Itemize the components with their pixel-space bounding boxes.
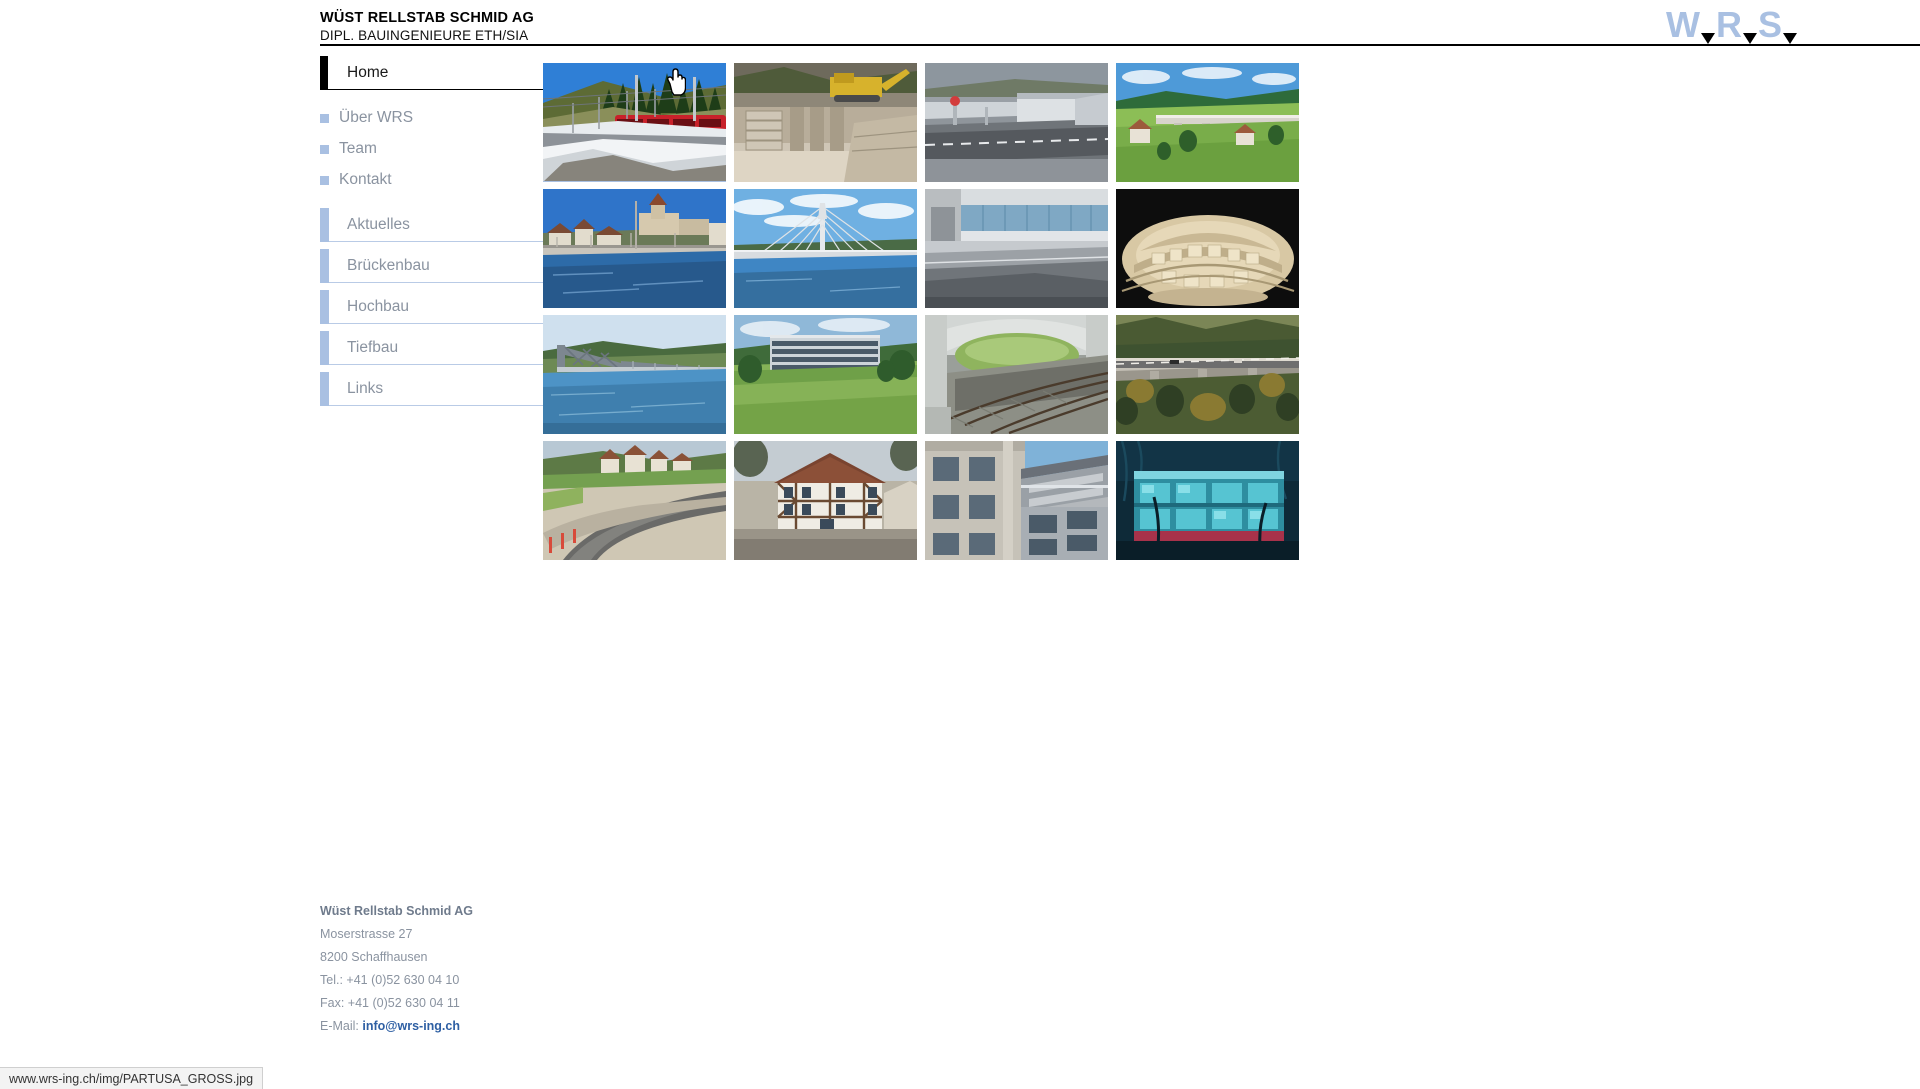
triangle-icon-3 — [1783, 33, 1797, 44]
logo-letter-r: R — [1715, 4, 1742, 45]
sidebar-item-label: Aktuelles — [347, 215, 410, 233]
sidebar-item-label: Brückenbau — [347, 256, 430, 274]
sidebar-item-hochbau[interactable]: Hochbau — [320, 290, 565, 324]
section-marker-icon — [320, 372, 329, 406]
gallery-thumbnail[interactable] — [1116, 441, 1299, 560]
wrs-logo: WRS — [1666, 6, 1798, 44]
square-bullet-icon — [320, 113, 329, 123]
sidebar-item-label: Home — [347, 63, 389, 81]
square-bullet-icon — [320, 144, 329, 154]
footer-street: Moserstrasse 27 — [320, 927, 413, 941]
gallery-thumbnail[interactable] — [925, 315, 1108, 434]
footer-fax: Fax: +41 (0)52 630 04 11 — [320, 996, 460, 1010]
section-marker-icon — [320, 249, 329, 283]
sidebar-navigation: Home Über WRS Team Kontakt Aktuelles Brü… — [320, 56, 565, 413]
footer-email-label: E-Mail: — [320, 1019, 359, 1033]
gallery-thumbnail[interactable] — [734, 63, 917, 182]
section-marker-icon — [320, 331, 329, 365]
gallery-thumbnail[interactable] — [734, 441, 917, 560]
sidebar-item-tiefbau[interactable]: Tiefbau — [320, 331, 565, 365]
footer-company-name: Wüst Rellstab Schmid AG — [320, 904, 474, 918]
gallery-thumbnail[interactable] — [543, 189, 726, 308]
gallery-thumbnail[interactable] — [1116, 315, 1299, 434]
gallery-thumbnail[interactable] — [925, 63, 1108, 182]
gallery-thumbnail[interactable] — [1116, 63, 1299, 182]
gallery-thumbnail[interactable] — [1116, 189, 1299, 308]
gallery-thumbnail[interactable] — [925, 189, 1108, 308]
sidebar-item-links[interactable]: Links — [320, 372, 565, 406]
footer-telephone: Tel.: +41 (0)52 630 04 10 — [320, 973, 460, 987]
gallery-thumbnail[interactable] — [734, 315, 917, 434]
project-thumbnail-grid — [543, 63, 1299, 560]
sidebar-simple-group: Über WRS Team Kontakt — [320, 106, 565, 192]
company-name: WÜST RELLSTAB SCHMID AG — [320, 10, 535, 26]
section-marker-icon — [320, 290, 329, 324]
sidebar-item-home[interactable]: Home — [320, 56, 565, 90]
sidebar-item-label: Kontakt — [339, 171, 392, 188]
footer-email-link[interactable]: info@wrs-ing.ch — [362, 1019, 460, 1033]
sidebar-item-label: Hochbau — [347, 297, 410, 315]
gallery-thumbnail[interactable] — [734, 189, 917, 308]
gallery-thumbnail[interactable] — [543, 63, 726, 182]
sidebar-item-team[interactable]: Team — [320, 137, 565, 161]
gallery-thumbnail[interactable] — [543, 441, 726, 560]
section-marker-icon — [320, 208, 329, 242]
square-bullet-icon — [320, 175, 329, 185]
footer-city: 8200 Schaffhausen — [320, 950, 428, 964]
triangle-icon-2 — [1742, 33, 1757, 44]
footer-contact: Wüst Rellstab Schmid AG Moserstrasse 27 … — [320, 900, 680, 1038]
browser-status-bar: www.wrs-ing.ch/img/PARTUSA_GROSS.jpg — [0, 1067, 264, 1089]
sidebar-item-label: Tiefbau — [347, 338, 399, 356]
sidebar-section-group: Aktuelles Brückenbau Hochbau Tiefbau Lin… — [320, 208, 565, 406]
status-url: www.wrs-ing.ch/img/PARTUSA_GROSS.jpg — [9, 1071, 254, 1086]
sidebar-item-label: Über WRS — [339, 109, 414, 126]
sidebar-item-brueckenbau[interactable]: Brückenbau — [320, 249, 565, 283]
sidebar-item-kontakt[interactable]: Kontakt — [320, 168, 565, 192]
sidebar-item-ueber-wrs[interactable]: Über WRS — [320, 106, 565, 130]
page-root: WÜST RELLSTAB SCHMID AG DIPL. BAUINGENIE… — [0, 0, 1920, 1089]
sidebar-item-label: Team — [339, 140, 377, 157]
triangle-icon-1 — [1700, 33, 1715, 44]
company-identity: WÜST RELLSTAB SCHMID AG DIPL. BAUINGENIE… — [320, 10, 580, 44]
logo-letter-s: S — [1757, 4, 1782, 45]
logo-letter-w: W — [1666, 4, 1700, 45]
active-marker-icon — [320, 56, 328, 90]
gallery-thumbnail[interactable] — [925, 441, 1108, 560]
sidebar-item-label: Links — [347, 379, 384, 397]
footer-email-row: E-Mail: info@wrs-ing.ch — [320, 1015, 680, 1038]
sidebar-item-aktuelles[interactable]: Aktuelles — [320, 208, 565, 242]
company-subtitle: DIPL. BAUINGENIEURE ETH/SIA — [320, 28, 529, 43]
gallery-thumbnail[interactable] — [543, 315, 726, 434]
